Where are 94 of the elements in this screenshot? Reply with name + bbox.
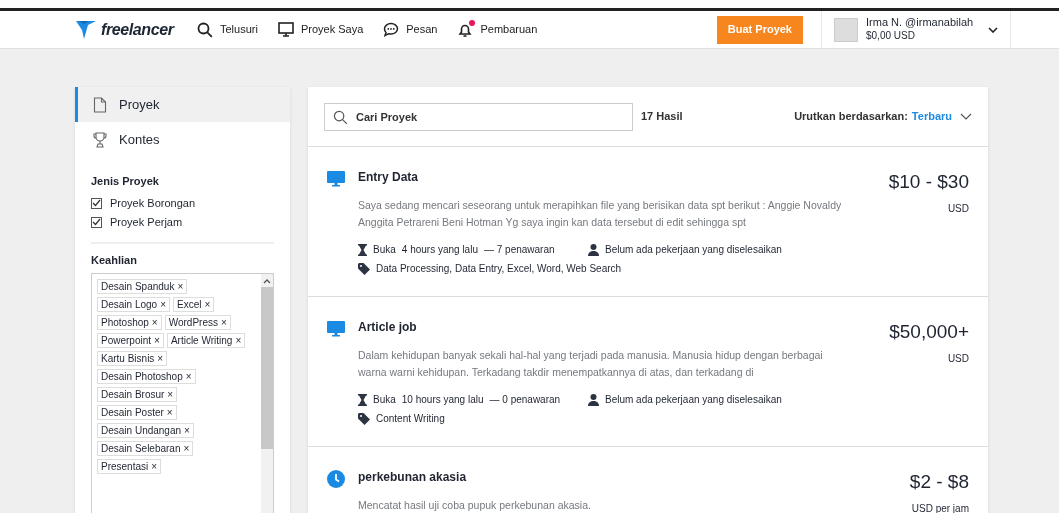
job-price: $50,000+ bbox=[888, 320, 969, 344]
job-description: Dalam kehidupan banyak sekali hal-hal yang terjadi pada manusia. Manusia hidup dengan berbagai warna warni kehidupan. Terkadang takdir menempatkannya di atas, dan terkadang di bbox=[358, 348, 824, 380]
logo-text[interactable]: freelancer bbox=[101, 17, 174, 42]
tag-label: Desain Brosur bbox=[101, 388, 165, 402]
scrollbar[interactable] bbox=[261, 274, 273, 513]
nav-link[interactable]: Pesan bbox=[383, 21, 438, 38]
document-icon bbox=[93, 96, 107, 113]
bid-count: — 7 penawaran bbox=[483, 243, 555, 257]
tag-label: Desain Undangan bbox=[101, 424, 182, 438]
user-name: Irma N. @irmanabilah bbox=[866, 16, 975, 31]
sort-label: Urutkan berdasarkan: bbox=[794, 109, 908, 125]
avatar bbox=[834, 17, 858, 42]
scroll-up-icon bbox=[263, 278, 271, 284]
posted-time: 10 hours yang lalu bbox=[401, 393, 484, 407]
price-currency: USD bbox=[946, 201, 969, 216]
job-title[interactable]: Entry Data bbox=[358, 168, 843, 186]
scrollbar-thumb[interactable] bbox=[261, 287, 273, 449]
hourglass-icon bbox=[358, 393, 367, 406]
checkbox[interactable] bbox=[91, 197, 102, 209]
hourglass-icon bbox=[358, 243, 367, 256]
chevron-down-icon bbox=[960, 113, 972, 120]
checkbox[interactable] bbox=[91, 216, 102, 228]
job-description: Saya sedang mencari seseorang untuk merapihkan file yang berisikan data spt berikut : Anggie Novaldy Anggita Petrareni Beni Hotman Yg saya ingin kan data tersebut di edit sehingga spt bbox=[358, 198, 843, 230]
tag-label: Excel bbox=[177, 298, 202, 312]
client-history: Belum ada pekerjaan yang diselesaikan bbox=[605, 393, 782, 407]
filter-heading: Jenis Proyek bbox=[91, 174, 160, 189]
balance: $0,00 USD bbox=[866, 30, 916, 43]
tag-label: Desain Poster bbox=[101, 406, 164, 420]
job-price: $2 - $8 bbox=[908, 470, 969, 494]
remove-tag-button[interactable]: × bbox=[184, 423, 190, 438]
clock-icon bbox=[327, 470, 345, 488]
search-icon bbox=[333, 109, 348, 125]
tag-label: Desain Spanduk bbox=[101, 280, 175, 294]
tag-label: Article Writing bbox=[170, 334, 233, 348]
monitor-icon bbox=[327, 321, 345, 337]
job-title[interactable]: Article job bbox=[358, 318, 843, 336]
job-title[interactable]: perkebunan akasia bbox=[358, 468, 843, 486]
tag-icon bbox=[358, 412, 370, 425]
tag-label: Powerpoint bbox=[101, 334, 152, 348]
tag-label: Desain Selebaran bbox=[101, 442, 181, 456]
nav-link[interactable]: Telusuri bbox=[197, 21, 258, 38]
skills-box[interactable] bbox=[91, 273, 274, 513]
tag-label: Desain Logo bbox=[101, 298, 158, 312]
remove-tag-button[interactable]: × bbox=[154, 333, 160, 348]
person-icon bbox=[588, 393, 599, 406]
status-text: Buka bbox=[373, 393, 396, 407]
job-price: $10 - $30 bbox=[887, 170, 969, 194]
remove-tag-button[interactable]: × bbox=[235, 333, 242, 348]
checkbox-label: Proyek Perjam bbox=[110, 214, 183, 230]
remove-tag-button[interactable]: × bbox=[151, 459, 158, 474]
job-skills: Data Processing, Data Entry, Excel, Word, Web Search bbox=[376, 262, 622, 276]
checkbox-label: Proyek Borongan bbox=[110, 195, 195, 211]
nav-link[interactable]: Pembaruan bbox=[457, 21, 538, 38]
search-icon bbox=[197, 21, 213, 38]
remove-tag-button[interactable]: × bbox=[151, 315, 158, 330]
filter-heading: Keahlian bbox=[91, 252, 138, 268]
sidebar-item[interactable]: Kontes bbox=[75, 122, 290, 157]
result-count: 17 Hasil bbox=[641, 109, 683, 125]
job-description: Mencatat hasil uji coba pupuk perkebunan akasia. bbox=[358, 498, 592, 513]
remove-tag-button[interactable]: × bbox=[166, 405, 173, 420]
tag-label: Presentasi bbox=[101, 460, 149, 474]
tag-label: WordPress bbox=[168, 316, 218, 330]
posted-time: 4 hours yang lalu bbox=[401, 243, 478, 257]
price-currency: USD per jam bbox=[910, 501, 969, 513]
nav-link[interactable]: Proyek Saya bbox=[277, 21, 364, 38]
monitor-icon bbox=[327, 171, 345, 187]
tag-label: Desain Photoshop bbox=[101, 370, 183, 384]
chat-bubble-icon bbox=[383, 22, 400, 37]
remove-tag-button[interactable]: × bbox=[220, 315, 227, 330]
job-skills: Content Writing bbox=[376, 412, 445, 426]
remove-tag-button[interactable]: × bbox=[157, 351, 164, 366]
tag-icon bbox=[358, 262, 370, 275]
remove-tag-button[interactable]: × bbox=[177, 279, 184, 294]
remove-tag-button[interactable]: × bbox=[185, 369, 192, 384]
tag-label: Kartu Bisnis bbox=[101, 352, 155, 366]
remove-tag-button[interactable]: × bbox=[167, 387, 174, 402]
monitor-icon bbox=[277, 22, 294, 37]
remove-tag-button[interactable]: × bbox=[160, 297, 166, 312]
trophy-icon bbox=[93, 131, 107, 148]
search-field[interactable]: Cari Proyek bbox=[324, 102, 633, 131]
price-currency: USD bbox=[946, 351, 969, 366]
client-history: Belum ada pekerjaan yang diselesaikan bbox=[605, 243, 782, 257]
tag-label: Photoshop bbox=[101, 316, 149, 330]
bird-logo-icon bbox=[75, 19, 97, 40]
user-menu[interactable]: Irma N. @irmanabilah $0,00 USD bbox=[821, 11, 1011, 48]
bid-count: — 0 penawaran bbox=[489, 393, 561, 407]
remove-tag-button[interactable]: × bbox=[183, 441, 190, 456]
chevron-down-icon bbox=[988, 26, 998, 33]
sort-value: Terbaru bbox=[911, 109, 952, 125]
person-icon bbox=[588, 243, 599, 256]
status-text: Buka bbox=[373, 243, 396, 257]
remove-tag-button[interactable]: × bbox=[204, 297, 211, 312]
sidebar-item[interactable]: Proyek bbox=[75, 87, 290, 122]
sort-dropdown[interactable]: Urutkan berdasarkan: Terbaru bbox=[794, 108, 972, 125]
